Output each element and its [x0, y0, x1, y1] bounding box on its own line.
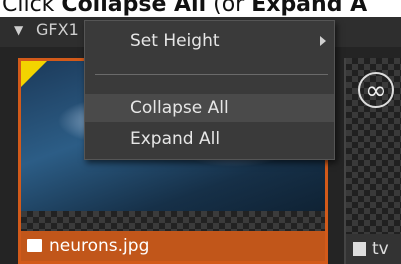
menu-divider	[95, 74, 328, 75]
submenu-arrow-icon	[320, 36, 326, 46]
clip-name: neurons.jpg	[49, 236, 150, 256]
caption-mid: (or	[206, 0, 252, 17]
panel-title: GFX1	[36, 20, 79, 39]
menu-item-collapse-all[interactable]: Collapse All	[85, 94, 334, 122]
caption-lead: Click	[2, 0, 62, 17]
clip-label: tv	[346, 234, 401, 264]
collapse-triangle-icon[interactable]: ▼	[14, 23, 23, 37]
clip-name: tv	[372, 239, 389, 259]
caption-emphasis-2: Expand A	[251, 0, 368, 17]
instruction-caption: Click Collapse All (or Expand A	[0, 0, 401, 17]
marker-corner-icon	[21, 61, 47, 87]
loop-infinity-icon: ∞	[358, 72, 394, 108]
menu-item-label: Collapse All	[130, 98, 229, 118]
menu-item-expand-all[interactable]: Expand All	[85, 125, 334, 153]
caption-emphasis-1: Collapse All	[61, 0, 207, 17]
menu-item-label: Set Height	[130, 31, 220, 51]
film-icon	[353, 242, 366, 256]
menu-item-set-height[interactable]: Set Height	[85, 27, 334, 55]
clip-tile-tv[interactable]: ∞ tv	[344, 58, 401, 264]
menu-item-label: Expand All	[130, 129, 221, 149]
clip-label: neurons.jpg	[21, 231, 325, 261]
context-menu: Set Height Collapse All Expand All	[84, 20, 335, 160]
image-icon	[27, 239, 42, 252]
